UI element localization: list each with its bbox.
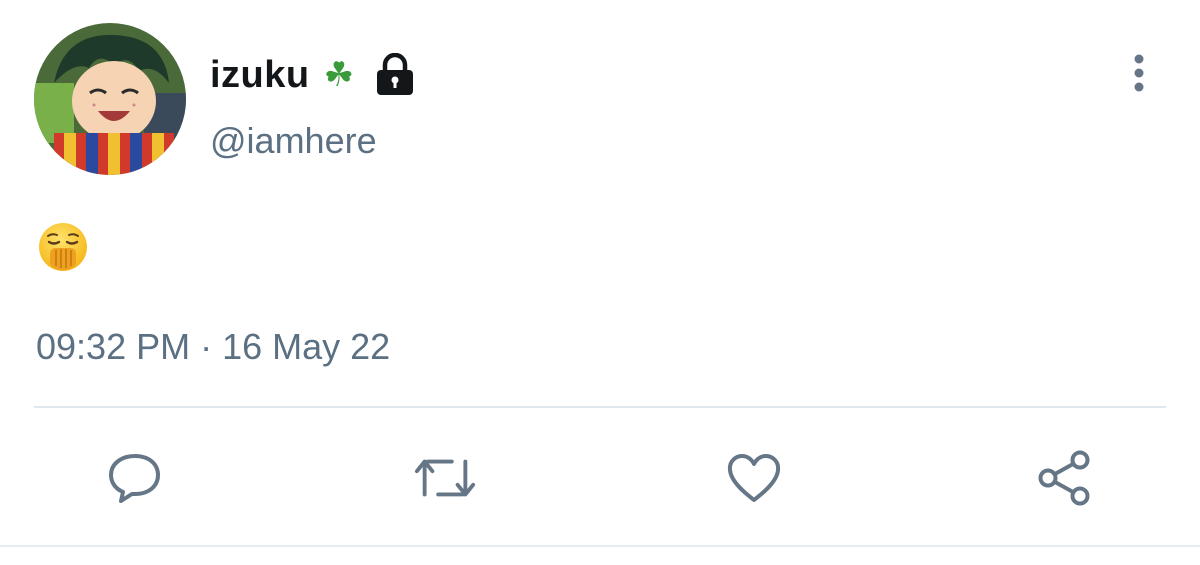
shamrock-emoji: ☘ [323, 55, 355, 95]
tweet-detail: izuku ☘ @iamhere 09:32 PM · 16 May 22 [0, 0, 1200, 565]
user-handle[interactable]: @iamhere [210, 120, 377, 162]
divider [0, 545, 1200, 547]
share-button[interactable] [1032, 446, 1096, 510]
divider [34, 406, 1166, 408]
lock-icon [377, 53, 414, 95]
more-options-icon[interactable] [1124, 52, 1154, 94]
tweet-date: 16 May 22 [222, 326, 391, 367]
avatar-image [34, 23, 186, 175]
like-button[interactable] [722, 446, 786, 510]
yawning-face-emoji [39, 223, 87, 271]
share-icon [1038, 450, 1090, 506]
heart-icon [727, 454, 781, 502]
reply-button[interactable] [102, 446, 166, 510]
tweet-time: 09:32 PM [36, 326, 191, 367]
avatar[interactable] [34, 23, 186, 175]
retweet-button[interactable] [413, 446, 477, 510]
tweet-timestamp[interactable]: 09:32 PM · 16 May 22 [36, 326, 390, 368]
author-name-row: izuku ☘ [210, 45, 416, 105]
retweet-icon [414, 459, 476, 497]
display-name[interactable]: izuku [210, 54, 310, 97]
comment-bubble-icon [109, 454, 160, 503]
timestamp-separator: · [200, 326, 213, 367]
